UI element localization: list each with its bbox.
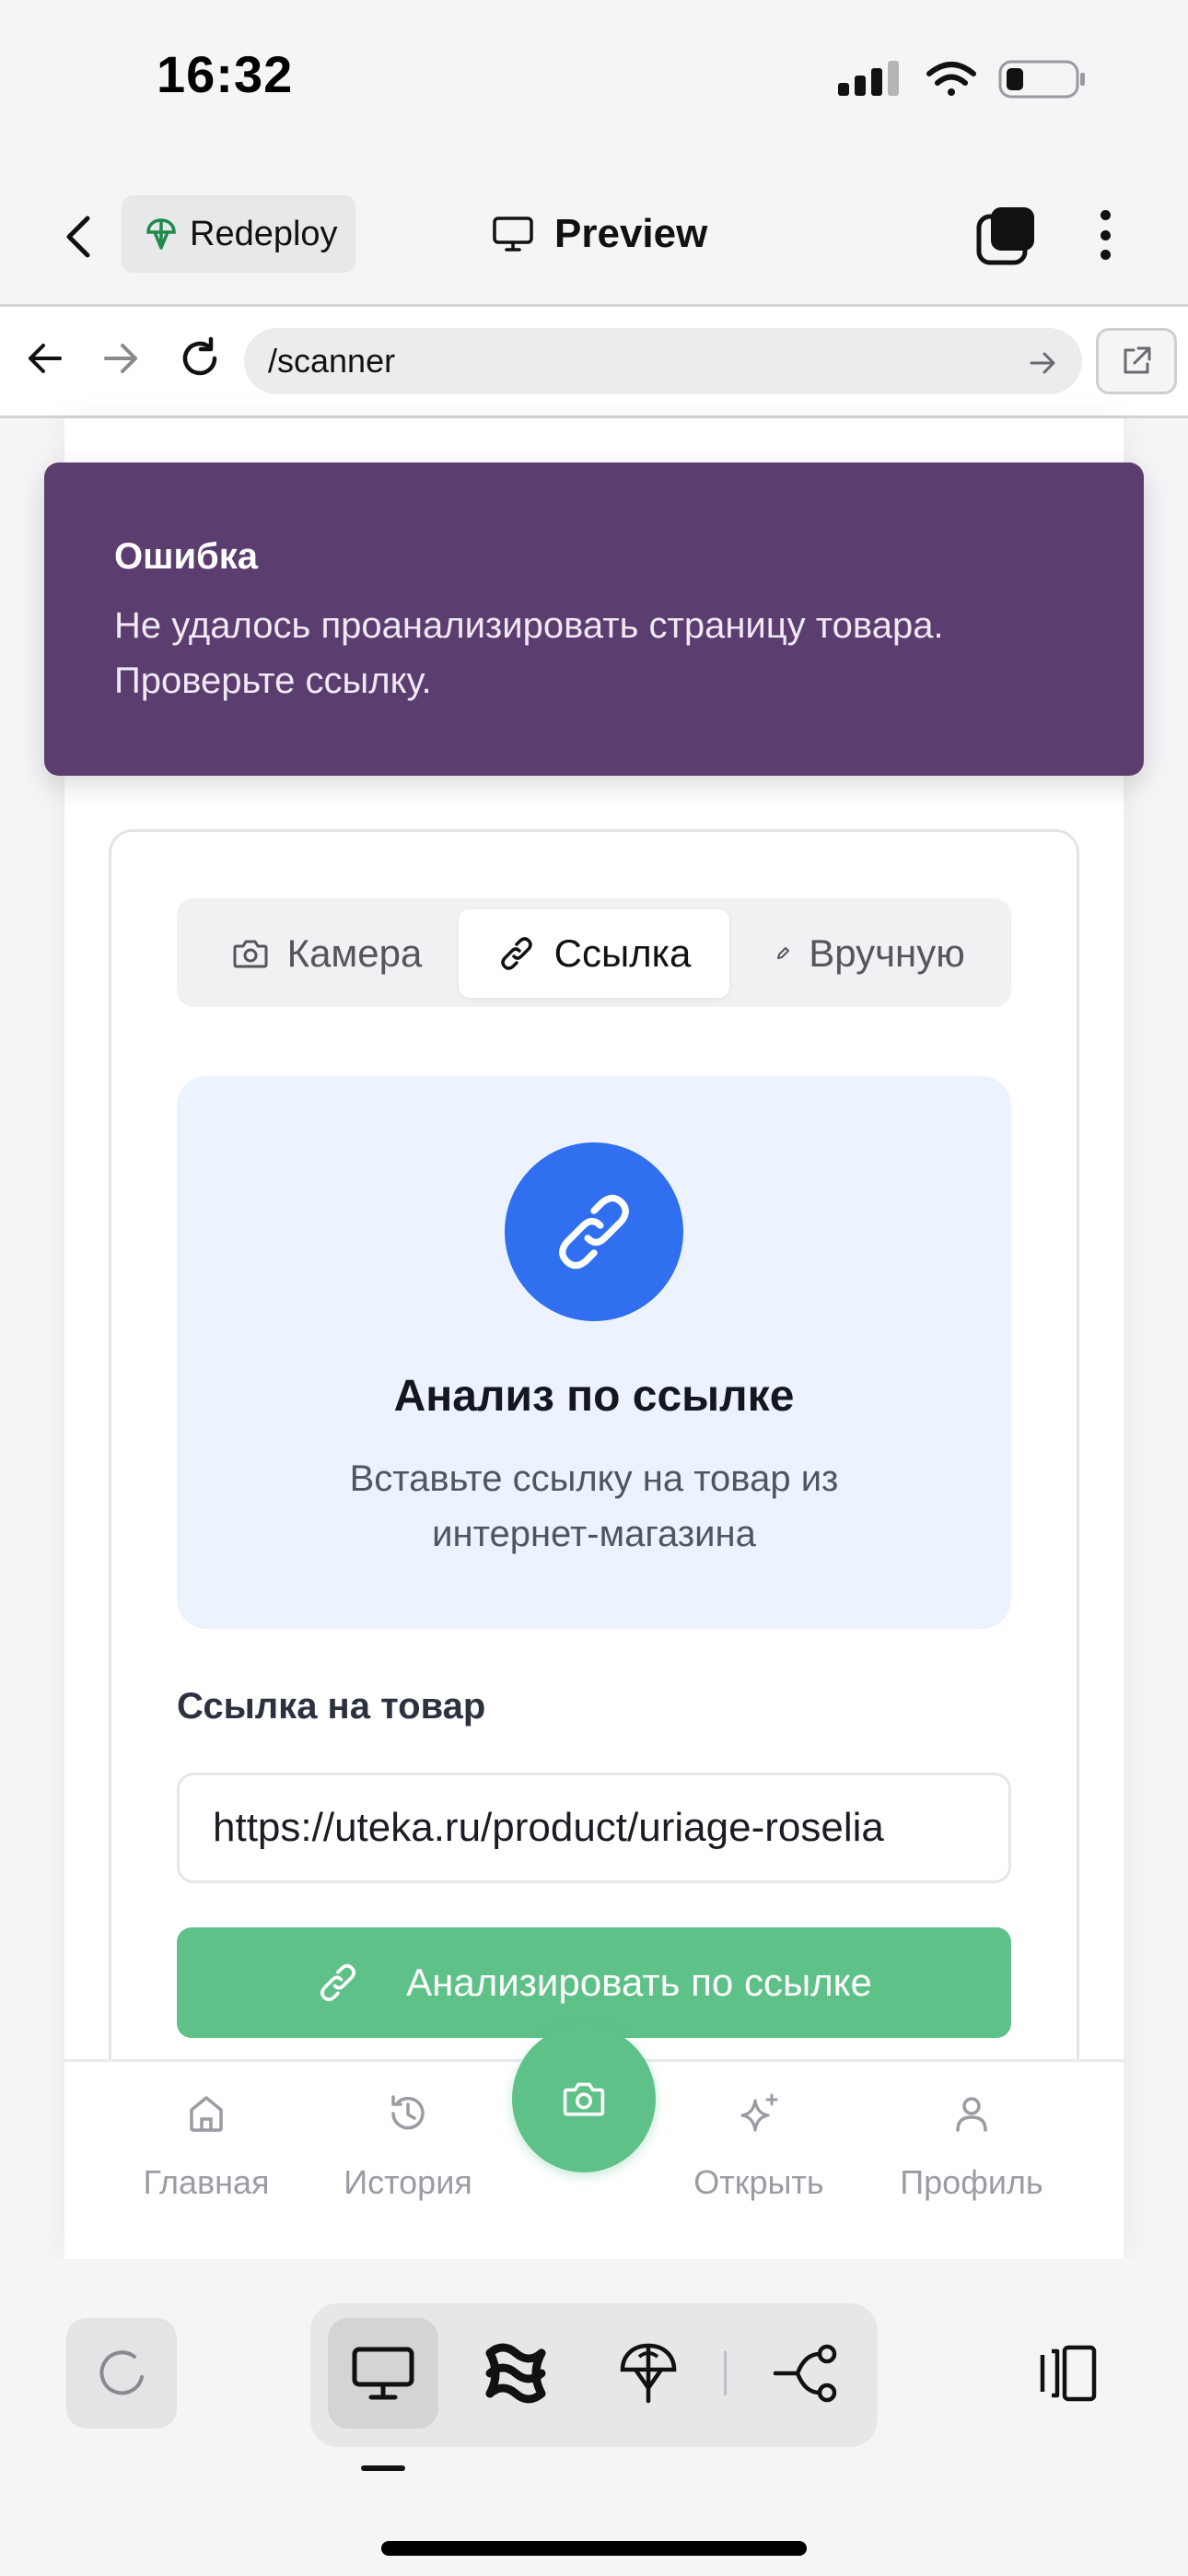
tab-link[interactable]: Ссылка [459, 909, 729, 998]
redeploy-button[interactable]: Redeploy [122, 195, 355, 273]
tab-manual[interactable]: Вручную [737, 909, 1004, 998]
cellular-signal-icon [838, 61, 899, 96]
nav-item-discover[interactable]: Открыть [667, 2091, 851, 2202]
preview-title: Preview [492, 205, 707, 263]
battery-icon [998, 60, 1085, 99]
tab-camera-label: Камера [286, 931, 423, 975]
toast-message: Не удалось проанализировать страницу тов… [114, 605, 944, 701]
link-icon [500, 937, 532, 970]
url-text: /scanner [268, 342, 396, 380]
url-field-label: Ссылка на товар [177, 1686, 486, 1727]
side-panel-icon [1040, 2345, 1097, 2402]
user-icon [956, 2097, 987, 2132]
open-external-button[interactable] [1096, 328, 1177, 394]
tab-manual-label: Вручную [809, 931, 965, 975]
dot-icon [1100, 210, 1111, 220]
nav-item-history[interactable]: История [316, 2091, 500, 2202]
hero-title: Анализ по ссылке [393, 1372, 795, 1421]
browser-back-button[interactable] [17, 330, 74, 387]
dot-icon [1100, 229, 1111, 240]
status-icons [838, 55, 1087, 101]
nav-label-profile: Профиль [900, 2163, 1043, 2201]
nav-item-profile[interactable]: Профиль [879, 2091, 1064, 2202]
arrow-right-icon [1030, 352, 1055, 374]
hero-description: Вставьте ссылку на товар из интернет-маг… [349, 1458, 839, 1554]
reload-icon [182, 336, 217, 376]
pen-icon [777, 947, 790, 959]
arrow-right-icon [104, 344, 137, 373]
tab-camera[interactable]: Камера [193, 909, 460, 998]
reload-button[interactable] [171, 330, 228, 387]
analyze-button-label: Анализировать по ссылке [406, 1961, 872, 2004]
camera-icon [563, 2082, 605, 2116]
more-options-button[interactable] [1087, 205, 1124, 265]
error-toast[interactable]: Ошибка Не удалось проанализировать стран… [44, 463, 1144, 776]
tangle-icon [485, 2343, 546, 2404]
arrow-left-icon [29, 344, 62, 373]
history-icon [391, 2095, 425, 2130]
preview-mode-button[interactable] [328, 2318, 438, 2429]
redeploy-label: Redeploy [190, 214, 338, 253]
product-url-input[interactable]: https://uteka.ru/product/uriage-roselia [177, 1773, 1011, 1883]
workflow-button[interactable] [751, 2318, 862, 2429]
url-go-button[interactable] [1022, 343, 1063, 383]
preview-title-text: Preview [554, 211, 708, 256]
deploy-mode-button[interactable] [593, 2318, 704, 2429]
camera-icon [233, 940, 268, 968]
dot-icon [1100, 250, 1111, 260]
external-link-icon [1124, 346, 1151, 374]
tabs-button[interactable] [976, 205, 1037, 265]
nav-item-home[interactable]: Главная [114, 2091, 298, 2202]
toolbar-separator [724, 2351, 727, 2395]
home-icon [190, 2096, 223, 2132]
link-icon [559, 1194, 629, 1270]
nav-label-home: Главная [143, 2163, 270, 2201]
code-mode-button[interactable] [460, 2318, 571, 2429]
home-indicator [381, 2541, 807, 2556]
deploy-icon [620, 2343, 677, 2404]
toggle-panel-button[interactable] [1028, 2340, 1101, 2406]
back-button[interactable] [51, 205, 106, 269]
hero-icon-badge [505, 1142, 683, 1321]
tabs-icon [976, 207, 1034, 265]
chevron-left-icon [66, 216, 90, 258]
link-icon [320, 1963, 356, 2002]
status-time: 16:32 [157, 45, 294, 103]
scan-fab-button[interactable] [512, 2025, 656, 2172]
refresh-arc-icon [99, 2350, 144, 2395]
analyze-button[interactable]: Анализировать по ссылке [177, 1927, 1011, 2038]
browser-forward-button[interactable] [92, 330, 149, 387]
undo-button[interactable] [66, 2318, 177, 2429]
url-input[interactable]: /scanner [244, 328, 1082, 394]
active-mode-indicator [361, 2465, 405, 2471]
tab-link-label: Ссылка [553, 931, 692, 975]
monitor-icon [493, 217, 533, 252]
toast-title: Ошибка [114, 536, 259, 577]
sparkle-icon [740, 2093, 778, 2132]
nav-label-history: История [344, 2163, 472, 2201]
wifi-icon [926, 62, 976, 96]
nav-label-discover: Открыть [693, 2163, 824, 2201]
deploy-icon [146, 218, 176, 250]
monitor-icon [352, 2347, 414, 2400]
git-branch-icon [773, 2344, 837, 2403]
